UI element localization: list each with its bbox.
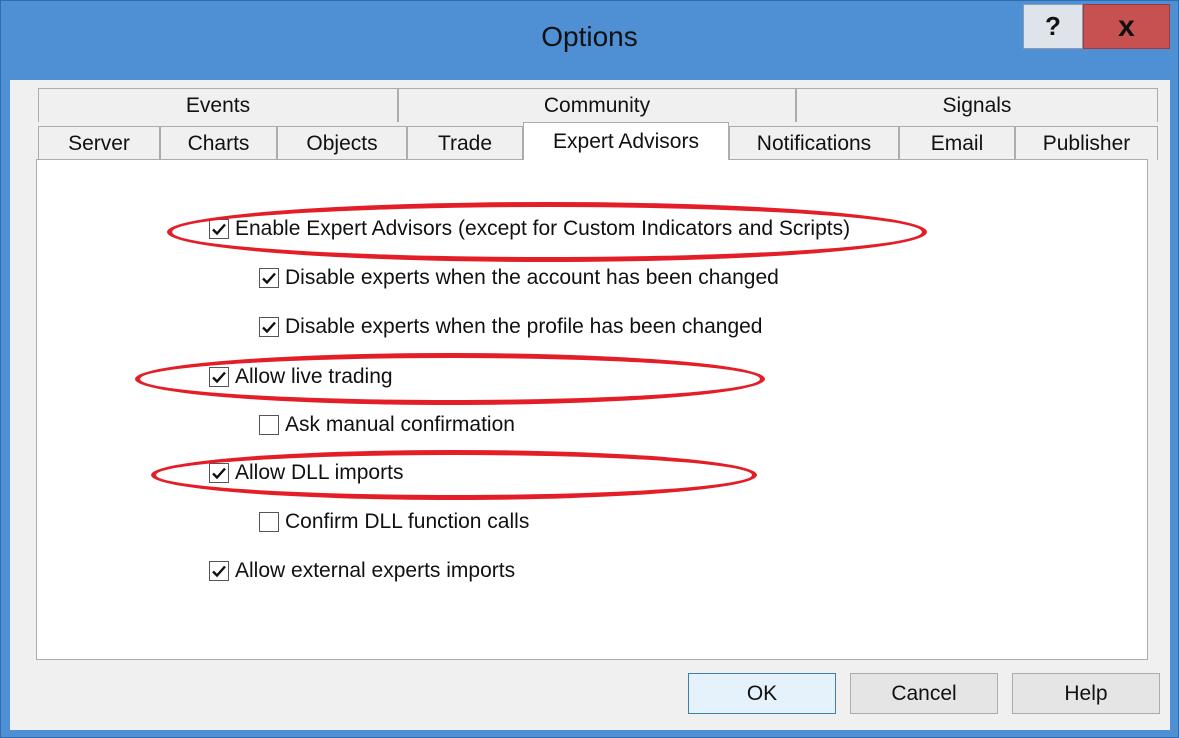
checkbox[interactable] bbox=[209, 219, 229, 239]
ok-button[interactable]: OK bbox=[688, 673, 836, 714]
tab-community[interactable]: Community bbox=[398, 88, 796, 122]
checkmark-icon bbox=[212, 371, 226, 384]
option-label: Confirm DLL function calls bbox=[285, 510, 530, 533]
option-label: Disable experts when the profile has bee… bbox=[285, 315, 763, 338]
checkmark-icon bbox=[212, 565, 226, 578]
checkmark-icon bbox=[212, 467, 226, 480]
option-label: Disable experts when the account has bee… bbox=[285, 266, 779, 289]
tab-notifications[interactable]: Notifications bbox=[729, 126, 899, 160]
option-confirm-dll-calls[interactable]: Confirm DLL function calls bbox=[259, 510, 529, 534]
checkbox[interactable] bbox=[259, 317, 279, 337]
tab-publisher[interactable]: Publisher bbox=[1015, 126, 1158, 160]
tab-charts[interactable]: Charts bbox=[160, 126, 277, 160]
checkmark-icon bbox=[262, 272, 276, 285]
help-icon[interactable]: ? bbox=[1023, 4, 1083, 49]
help-button[interactable]: Help bbox=[1012, 673, 1160, 714]
dialog-body: Events Community Signals Server Charts O… bbox=[10, 80, 1170, 730]
close-icon[interactable]: x bbox=[1083, 4, 1170, 49]
option-allow-dll-imports[interactable]: Allow DLL imports bbox=[209, 461, 403, 485]
tab-objects[interactable]: Objects bbox=[277, 126, 407, 160]
checkmark-icon bbox=[262, 321, 276, 334]
checkbox[interactable] bbox=[259, 268, 279, 288]
tab-trade[interactable]: Trade bbox=[407, 126, 523, 160]
checkbox[interactable] bbox=[259, 415, 279, 435]
option-label: Enable Expert Advisors (except for Custo… bbox=[235, 217, 851, 240]
option-label: Allow live trading bbox=[235, 365, 393, 388]
tab-signals[interactable]: Signals bbox=[796, 88, 1158, 122]
checkbox[interactable] bbox=[259, 512, 279, 532]
checkmark-icon bbox=[212, 223, 226, 236]
expert-advisors-panel: Enable Expert Advisors (except for Custo… bbox=[36, 159, 1148, 660]
tab-email[interactable]: Email bbox=[899, 126, 1015, 160]
option-label: Allow external experts imports bbox=[235, 559, 516, 582]
checkbox[interactable] bbox=[209, 463, 229, 483]
title-bar[interactable]: Options ? x bbox=[1, 1, 1178, 79]
checkbox[interactable] bbox=[209, 367, 229, 387]
option-disable-on-account-change[interactable]: Disable experts when the account has bee… bbox=[259, 266, 779, 290]
option-allow-external-imports[interactable]: Allow external experts imports bbox=[209, 559, 515, 583]
tab-expert-advisors[interactable]: Expert Advisors bbox=[523, 122, 729, 160]
options-dialog: Options ? x Events Community Signals Ser… bbox=[0, 0, 1179, 738]
cancel-button[interactable]: Cancel bbox=[850, 673, 998, 714]
option-disable-on-profile-change[interactable]: Disable experts when the profile has bee… bbox=[259, 315, 762, 339]
window-title: Options bbox=[541, 21, 638, 52]
option-label: Allow DLL imports bbox=[235, 461, 404, 484]
option-label: Ask manual confirmation bbox=[285, 413, 515, 436]
checkbox[interactable] bbox=[209, 561, 229, 581]
option-ask-manual-confirmation[interactable]: Ask manual confirmation bbox=[259, 413, 515, 437]
option-enable-expert-advisors[interactable]: Enable Expert Advisors (except for Custo… bbox=[209, 217, 850, 241]
tab-events[interactable]: Events bbox=[38, 88, 398, 122]
option-allow-live-trading[interactable]: Allow live trading bbox=[209, 365, 393, 389]
tab-server[interactable]: Server bbox=[38, 126, 160, 160]
